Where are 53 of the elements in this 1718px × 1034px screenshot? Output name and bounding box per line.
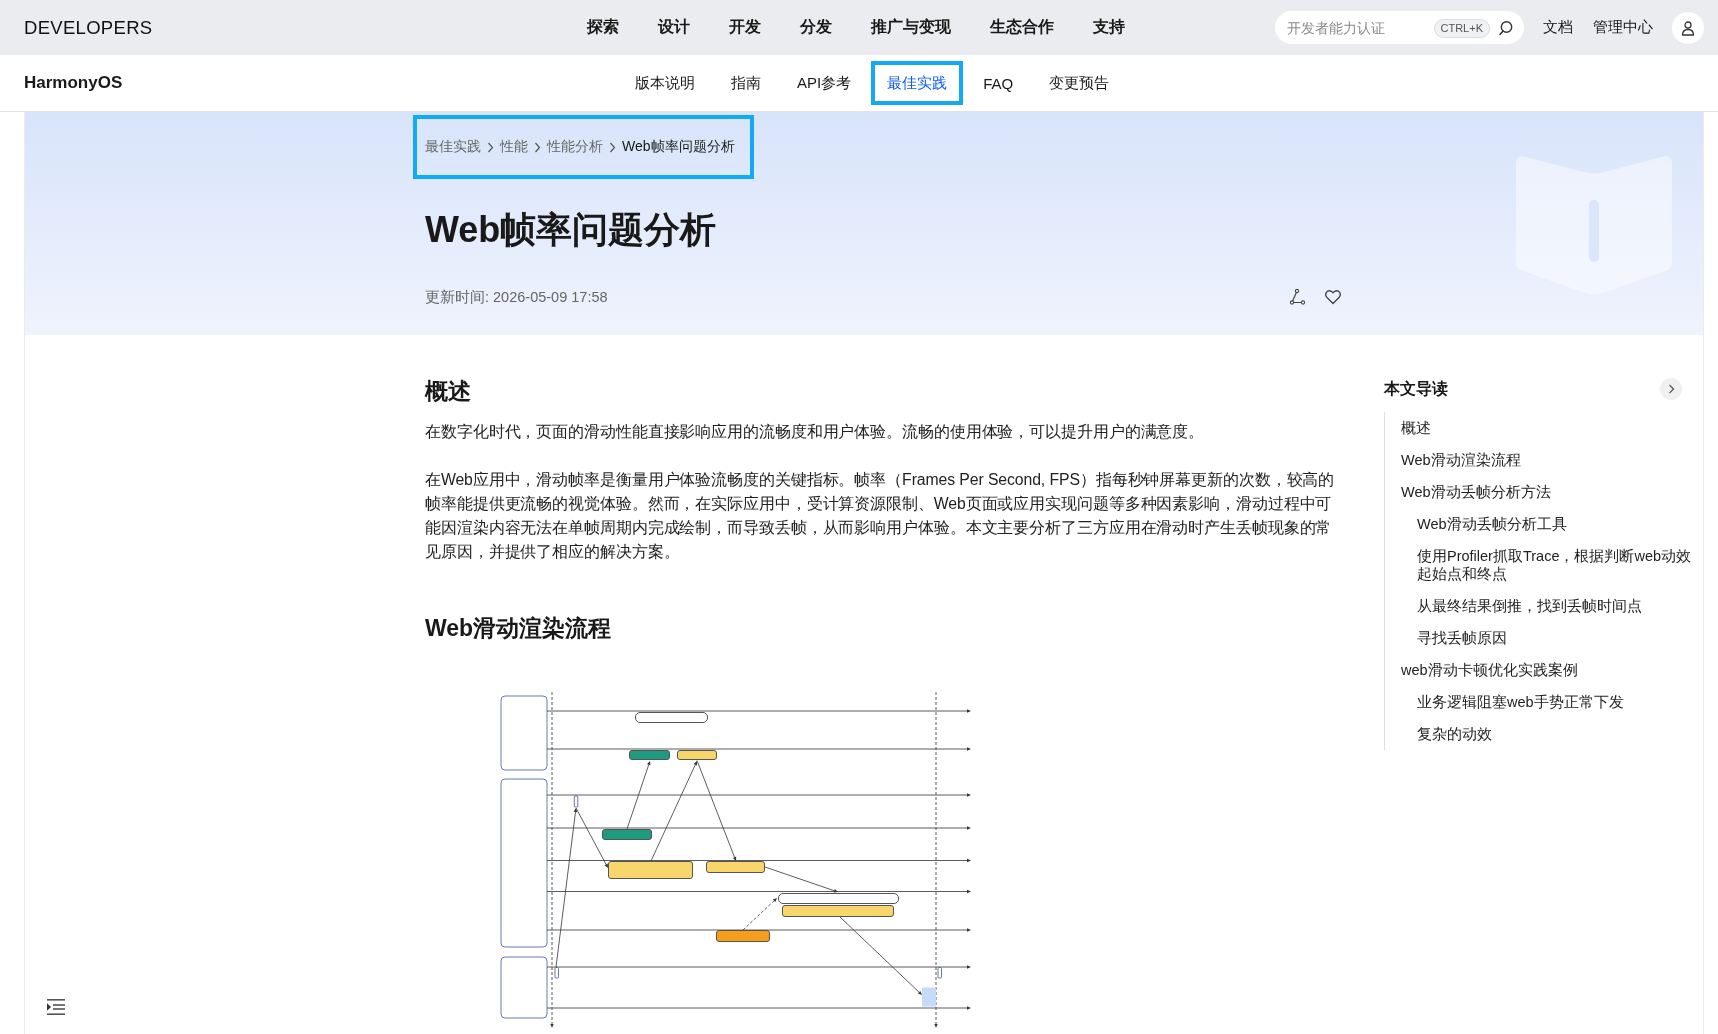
- breadcrumb-link[interactable]: Web帧率问题分析: [622, 138, 735, 156]
- toc-link[interactable]: 从最终结果倒推，找到丢帧时间点: [1417, 597, 1642, 615]
- chevron-right-icon: [534, 141, 541, 153]
- doc-tab[interactable]: 指南: [715, 61, 777, 105]
- section-heading: 概述: [425, 377, 472, 405]
- nav-link[interactable]: 生态合作: [990, 17, 1054, 38]
- breadcrumb-link[interactable]: 性能分析: [547, 138, 603, 156]
- chevron-right-icon: [487, 141, 494, 153]
- doc-tab[interactable]: FAQ: [967, 61, 1030, 105]
- flow-arrow: [742, 898, 777, 931]
- toc-link[interactable]: 使用Profiler抓取Trace，根据判断web动效起始点和终点: [1417, 547, 1696, 583]
- section-heading: Web滑动渲染流程: [425, 614, 613, 642]
- search-icon[interactable]: [1498, 19, 1514, 36]
- doc-tab[interactable]: 版本说明: [619, 61, 711, 105]
- outline-toggle-icon[interactable]: [47, 998, 65, 1016]
- header-link[interactable]: 管理中心: [1593, 18, 1653, 37]
- vsync-marker: [937, 967, 942, 979]
- toc-link[interactable]: 寻找丢帧原因: [1417, 629, 1507, 647]
- user-icon[interactable]: [1672, 11, 1704, 44]
- header-link[interactable]: 文档: [1543, 18, 1573, 37]
- developers-logo[interactable]: DEVELOPERS: [24, 16, 153, 38]
- toc-link[interactable]: Web滑动渲染流程: [1401, 451, 1521, 469]
- update-time: 更新时间: 2026-05-09 17:58: [425, 287, 608, 307]
- toc-link[interactable]: Web滑动丢帧分析工具: [1417, 515, 1567, 533]
- product-title[interactable]: HarmonyOS: [24, 73, 123, 92]
- share-icon[interactable]: [1288, 288, 1306, 306]
- nav-link[interactable]: 推广与变现: [871, 17, 951, 38]
- nav-link[interactable]: 设计: [658, 17, 690, 38]
- doc-tab[interactable]: 最佳实践: [871, 61, 964, 105]
- toc-title: 本文导读: [1384, 378, 1448, 399]
- toc-link[interactable]: 复杂的动效: [1417, 725, 1492, 743]
- vsync-marker: [554, 967, 559, 979]
- doc-tab[interactable]: 变更预告: [1033, 61, 1126, 105]
- body-paragraph: 在数字化时代，页面的滑动性能直接影响应用的流畅度和用户体验。流畅的使用体验，可以提升用户的满意度。: [425, 422, 1206, 442]
- toc-link[interactable]: web滑动卡顿优化实践案例: [1401, 661, 1578, 679]
- breadcrumb-link[interactable]: 最佳实践: [425, 138, 481, 156]
- nav-link[interactable]: 分发: [800, 17, 832, 38]
- nav-link[interactable]: 开发: [729, 17, 761, 38]
- buffer-block: [922, 987, 936, 1007]
- nav-link[interactable]: 探索: [587, 17, 619, 38]
- heart-icon[interactable]: [1324, 288, 1342, 306]
- toc-link[interactable]: 概述: [1401, 419, 1431, 437]
- chevron-right-icon: [609, 141, 616, 153]
- breadcrumb-link[interactable]: 性能: [500, 138, 528, 156]
- vsync-marker: [573, 795, 579, 808]
- chevron-right-icon[interactable]: [1660, 378, 1682, 400]
- doc-tab[interactable]: API参考: [781, 61, 868, 105]
- body-paragraph: 在Web应用中，滑动帧率是衡量用户体验流畅度的关键指标。帧率（Frames Per Second, FPS）指每秒钟屏幕更新的次数，较高的帧率能提供更流畅的视觉体验。然而，在实际应用中，受计算资源限制、Web页面或应用实现问题等多种因素影响，滑动过程中可能因渲染内容无法在单帧周期内完成绘制，而导致丢帧，从而影响用户体验。本文主要分析了三方应用在滑动时产生丢帧现象的常见原因，并提供了相应的解决方案。: [425, 470, 1336, 562]
- nav-link[interactable]: 支持: [1093, 17, 1125, 38]
- lane-group-frame: [500, 956, 548, 1019]
- page-title: Web帧率问题分析: [425, 210, 717, 250]
- toc-link[interactable]: 业务逻辑阻塞web手势正常下发: [1417, 693, 1624, 711]
- toc-link[interactable]: Web滑动丢帧分析方法: [1401, 483, 1551, 501]
